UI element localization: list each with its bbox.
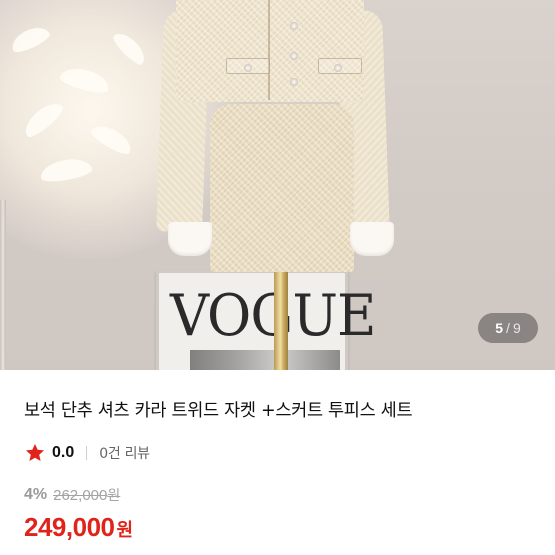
star-icon [26,444,44,461]
sale-price-currency: 원 [116,520,134,541]
original-price-row: 4% 262,000원 [24,484,120,506]
lamp-stand [0,200,6,370]
jewel-button [290,78,298,86]
tweed-jacket [176,0,364,102]
jacket-placket [268,0,270,100]
rating-divider [86,446,88,460]
product-title: 보석 단추 셔츠 카라 트위드 자켓 +스커트 투피스 세트 [24,401,413,421]
original-price-currency: 원 [107,488,121,504]
product-image[interactable]: VOGUE 5 / 9 [0,0,555,370]
jewel-button [290,22,298,30]
discount-rate: 4% [24,486,48,503]
rating-value: 0.0 [52,444,75,461]
mannequin-pole [274,262,288,370]
pager-current: 5 [495,320,504,336]
sale-price: 249,000 [24,512,115,542]
jewel-button [244,64,252,72]
tweed-skirt [210,104,354,272]
poster-title: VOGUE [170,282,376,349]
rating-row: 0.0 0건 리뷰 [24,441,150,465]
jewel-button [334,64,342,72]
pager-total: 9 [512,320,521,336]
shirt-cuff-right [350,222,394,256]
poster-photo [190,350,340,370]
review-count-link[interactable]: 0건 리뷰 [99,443,150,463]
original-price: 262,000원 [53,485,120,505]
shirt-cuff-left [168,222,212,256]
original-price-value: 262,000 [53,487,108,504]
jewel-button [290,52,298,60]
image-pager: 5 / 9 [478,313,538,343]
sale-price-row: 249,000 원 [24,512,133,544]
pager-separator: / [506,320,510,336]
